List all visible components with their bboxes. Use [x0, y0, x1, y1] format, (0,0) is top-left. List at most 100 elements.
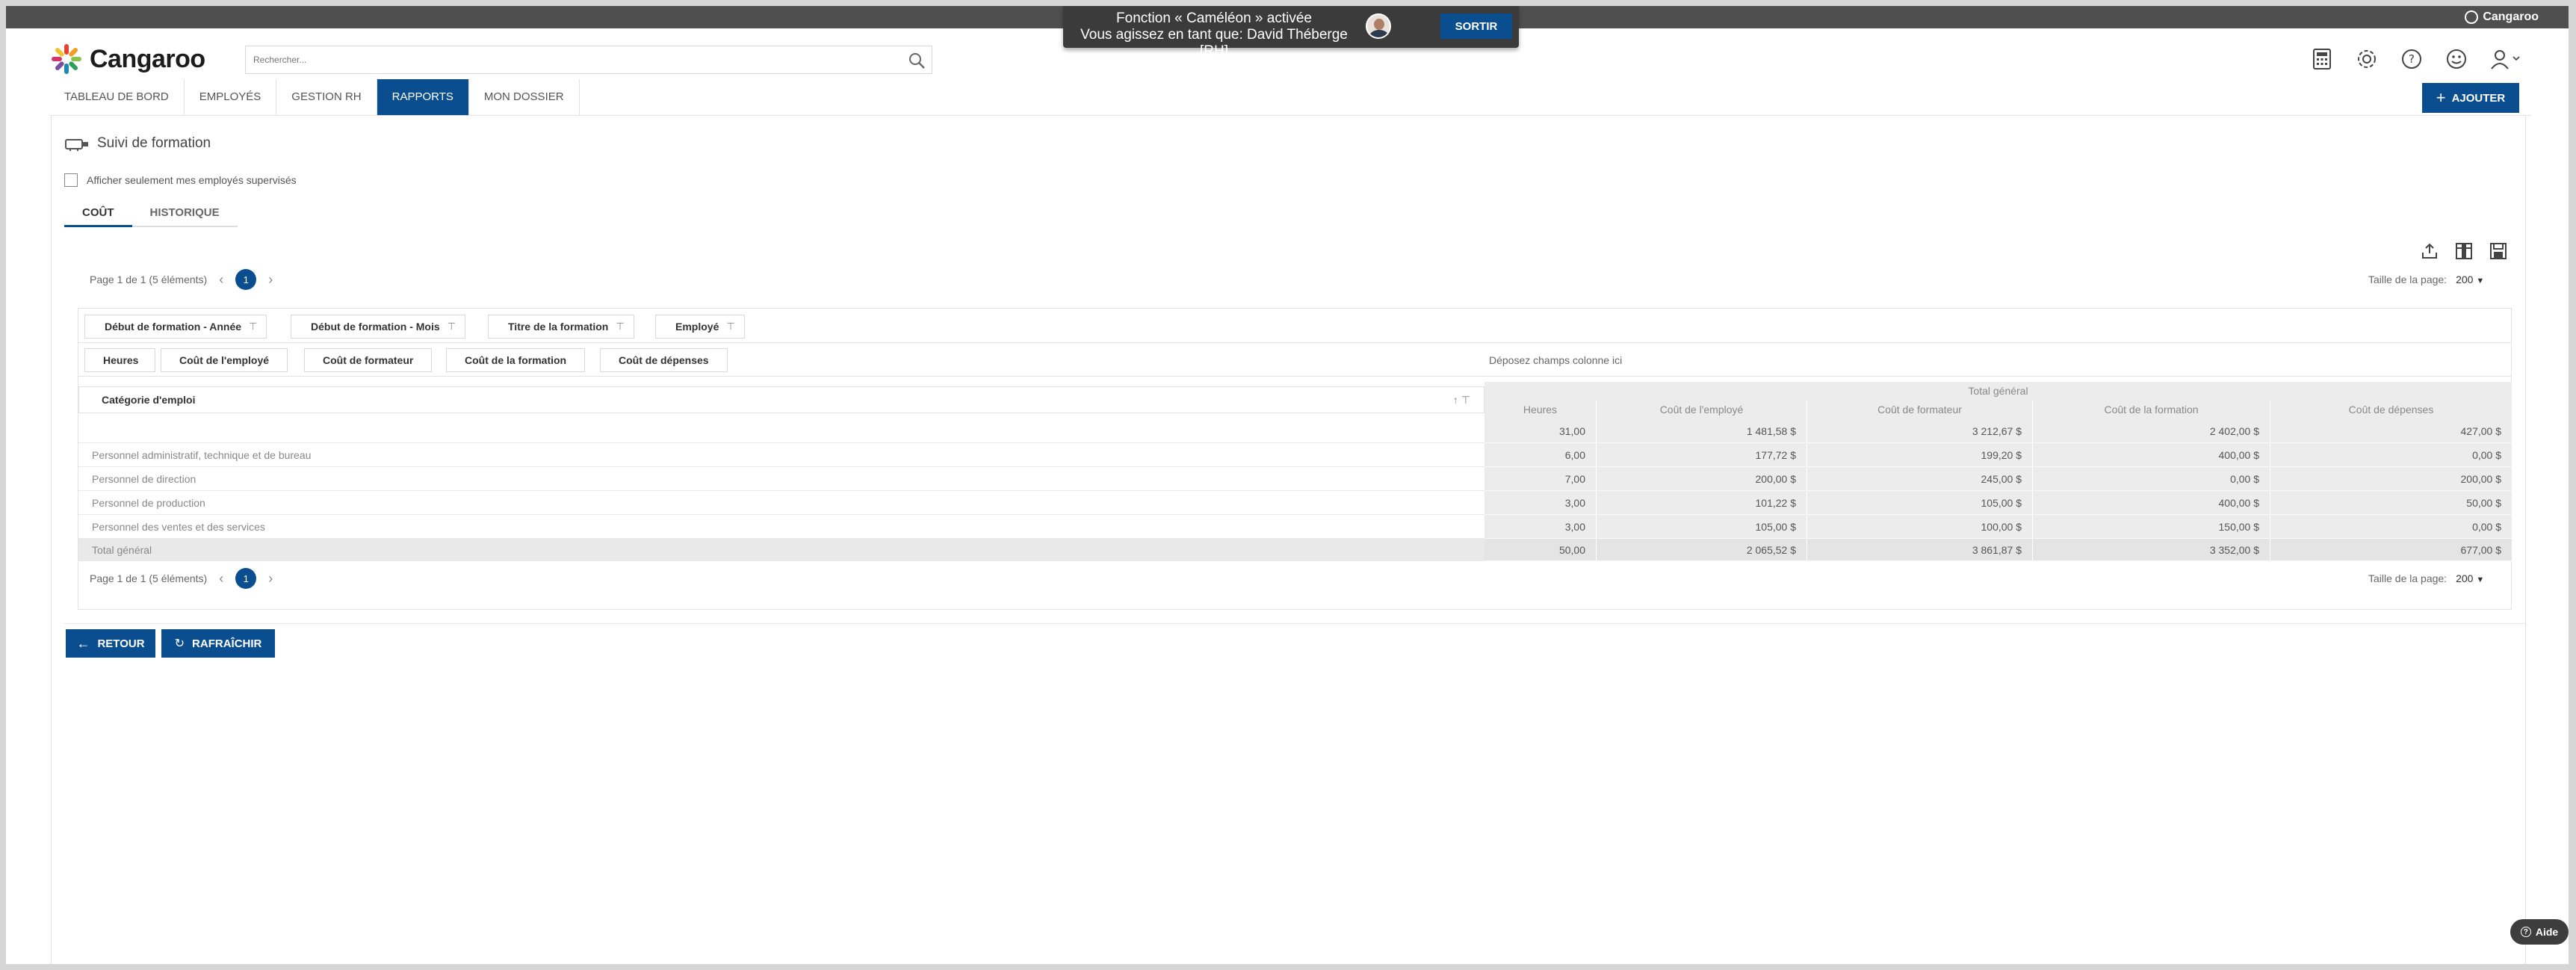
chameleon-line1: Fonction « Caméléon » activée	[1116, 10, 1312, 26]
value-cell: 7,00	[1484, 467, 1597, 491]
page-size-select[interactable]: 200 ▼	[2456, 274, 2484, 285]
pager-bottom: Page 1 de 1 (5 éléments) ‹ 1 ›	[90, 568, 273, 589]
row-label	[78, 419, 1484, 443]
topbar-brand: Cangaroo	[2465, 10, 2539, 24]
row-label: Personnel administratif, technique et de…	[78, 443, 1484, 467]
chevron-right-icon[interactable]: ›	[268, 272, 273, 288]
cangaroo-mini-icon	[2465, 10, 2479, 24]
page-size-select[interactable]: 200 ▼	[2456, 572, 2484, 584]
value-cell: 0,00 $	[2033, 467, 2270, 491]
nav-divider	[49, 115, 2531, 116]
header-icons: ?	[2310, 47, 2522, 71]
page-size-bottom: Taille de la page: 200 ▼	[2368, 572, 2484, 584]
pager-info: Page 1 de 1 (5 éléments)	[90, 572, 208, 584]
tabs: COÛT HISTORIQUE	[64, 202, 238, 227]
grand-total-header: Total général	[1484, 382, 2512, 400]
value-cell: 200,00 $	[1597, 467, 1807, 491]
nav-rapports[interactable]: RAPPORTS	[377, 79, 469, 115]
supervised-label: Afficher seulement mes employés supervis…	[87, 174, 297, 186]
chevron-right-icon[interactable]: ›	[268, 571, 273, 587]
value-cell: 400,00 $	[2033, 491, 2270, 515]
total-value-cell: 3 861,87 $	[1807, 539, 2033, 561]
value-cell: 0,00 $	[2270, 515, 2512, 539]
avatar	[1366, 13, 1391, 39]
caret-down-icon: ▼	[2476, 575, 2485, 584]
page-title-text: Suivi de formation	[97, 135, 211, 151]
nav-mon-dossier[interactable]: MON DOSSIER	[469, 79, 580, 115]
refresh-button[interactable]: ↻ RAFRAÎCHIR	[161, 629, 275, 658]
page-number[interactable]: 1	[235, 568, 257, 589]
export-icon[interactable]	[2421, 242, 2439, 260]
help-button[interactable]: ? Aide	[2510, 919, 2569, 945]
total-value-cell: 50,00	[1484, 539, 1597, 561]
help-icon[interactable]: ?	[2400, 47, 2424, 71]
save-layout-icon[interactable]	[2489, 242, 2507, 260]
search-box	[245, 46, 932, 74]
value-cell: 1 481,58 $	[1597, 419, 1807, 443]
main-nav: TABLEAU DE BORD EMPLOYÉS GESTION RH RAPP…	[49, 79, 580, 115]
value-cell: 3,00	[1484, 491, 1597, 515]
value-cell: 177,72 $	[1597, 443, 1807, 467]
supervised-checkbox[interactable]	[64, 173, 78, 187]
value-cell: 0,00 $	[2270, 443, 2512, 467]
page-size-label: Taille de la page:	[2368, 572, 2447, 584]
page-size-label: Taille de la page:	[2368, 274, 2447, 285]
exit-chameleon-button[interactable]: SORTIR	[1440, 13, 1512, 39]
row-label: Personnel de production	[78, 491, 1484, 515]
chameleon-banner: Fonction « Caméléon » activée Vous agiss…	[1063, 6, 1519, 59]
total-row-label: Total général	[78, 539, 1484, 561]
search-input[interactable]	[246, 46, 888, 73]
section-divider	[64, 623, 2525, 624]
arrow-left-icon: ←	[76, 635, 90, 651]
caret-down-icon: ▼	[2476, 277, 2485, 285]
content-border-left	[51, 115, 52, 964]
user-icon[interactable]	[2489, 47, 2522, 71]
columns-icon[interactable]	[2455, 242, 2473, 260]
chameleon-line2: Vous agissez en tant que: David Théberge…	[1080, 27, 1348, 59]
search-icon[interactable]	[908, 52, 926, 69]
total-value-cell: 3 352,00 $	[2033, 539, 2270, 561]
content-border-right	[2525, 115, 2526, 964]
page-title: Suivi de formation	[64, 135, 211, 152]
value-cell: 427,00 $	[2270, 419, 2512, 443]
smiley-icon[interactable]	[2445, 47, 2468, 71]
help-circle-icon: ?	[2520, 927, 2531, 937]
add-button[interactable]: + AJOUTER	[2422, 83, 2519, 113]
nav-employes[interactable]: EMPLOYÉS	[185, 79, 277, 115]
total-value-cell: 677,00 $	[2270, 539, 2512, 561]
report-toolbar	[2421, 242, 2507, 260]
back-button[interactable]: ← RETOUR	[66, 629, 155, 658]
value-cell: 245,00 $	[1807, 467, 2033, 491]
value-cell: 150,00 $	[2033, 515, 2270, 539]
tab-cout[interactable]: COÛT	[64, 202, 132, 227]
page-size-value: 200	[2456, 274, 2474, 285]
nav-tableau-de-bord[interactable]: TABLEAU DE BORD	[49, 79, 185, 115]
value-cell: 3,00	[1484, 515, 1597, 539]
value-cell: 3 212,67 $	[1807, 419, 2033, 443]
value-cell: 105,00 $	[1807, 491, 2033, 515]
gear-icon[interactable]	[2355, 47, 2379, 71]
value-cell: 100,00 $	[1807, 515, 2033, 539]
calculator-icon[interactable]	[2310, 47, 2334, 71]
pager-top: Page 1 de 1 (5 éléments) ‹ 1 ›	[90, 269, 273, 290]
column-header: Coût de l'employé	[1597, 400, 1807, 419]
value-cell: 2 402,00 $	[2033, 419, 2270, 443]
back-button-label: RETOUR	[97, 637, 145, 650]
row-label: Personnel des ventes et des services	[78, 515, 1484, 539]
value-cell: 105,00 $	[1597, 515, 1807, 539]
value-cell: 6,00	[1484, 443, 1597, 467]
logo[interactable]: Cangaroo	[49, 42, 205, 76]
nav-gestion-rh[interactable]: GESTION RH	[276, 79, 377, 115]
value-cell: 101,22 $	[1597, 491, 1807, 515]
value-cell: 400,00 $	[2033, 443, 2270, 467]
chevron-left-icon[interactable]: ‹	[219, 571, 223, 587]
pager-info: Page 1 de 1 (5 éléments)	[90, 274, 208, 285]
help-label: Aide	[2535, 926, 2559, 938]
column-header: Coût de formateur	[1807, 400, 2033, 419]
cangaroo-logo-icon	[52, 44, 81, 74]
training-icon	[65, 139, 88, 151]
app-window: Cangaroo Cangaroo Rechercher... ? TABLEA…	[6, 6, 2569, 964]
chevron-left-icon[interactable]: ‹	[219, 272, 223, 288]
tab-historique[interactable]: HISTORIQUE	[131, 202, 238, 227]
page-number[interactable]: 1	[235, 269, 257, 290]
